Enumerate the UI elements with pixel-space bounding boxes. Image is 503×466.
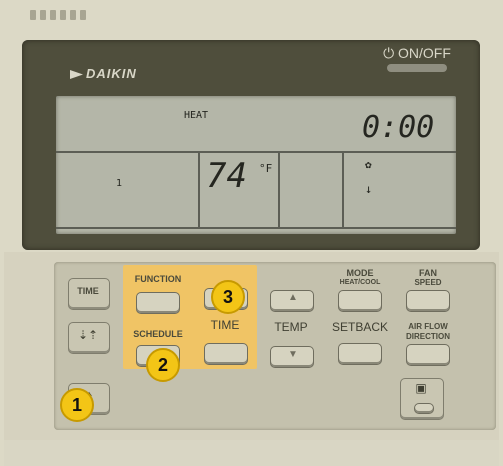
ventilation-icon: ⇣⇡ [78,328,99,342]
temp-up-button[interactable]: ▲ [270,290,314,312]
fan-icon: ✿ [365,158,372,171]
temp-label: TEMP [274,320,308,334]
power-icon: ⏻ [383,45,395,61]
callout-badge-1: 1 [60,388,94,422]
zone-indicator: 1 [116,178,123,189]
airflow-label: AIR FLOW [408,322,448,331]
time-down-button[interactable] [204,343,248,365]
filter-icon: ▣ [415,381,427,395]
airflow-icon: ↓ [365,182,373,196]
setback-button[interactable] [338,343,382,365]
clock-readout: 0:00 [362,110,435,145]
small-reset-key[interactable] [414,403,434,414]
time-left-label: TIME [77,286,99,296]
fan-label: FAN [419,268,437,278]
mode-button[interactable] [338,290,382,312]
brand-logo: DAIKIN [70,66,137,81]
function-label: FUNCTION [134,274,182,284]
fan-sub-label: SPEED [414,278,442,287]
on-off-label: ⏻ ON/OFF [383,45,451,61]
down-arrow-icon: ▼ [288,349,298,360]
on-off-button[interactable] [387,64,447,72]
brand-mark-icon [70,70,83,79]
up-arrow-icon: ▲ [288,292,298,303]
callout-badge-3: 3 [211,280,245,314]
lcd-display: HEAT 0:00 1 74 °F ✿ ↓ [56,96,456,234]
temperature-readout: 74 [206,156,247,196]
schedule-label: SCHEDULE [133,329,183,339]
temperature-unit: °F [259,162,273,175]
setback-label: SETBACK [331,320,388,334]
bottom-trim [4,440,499,466]
fan-speed-button[interactable] [406,290,450,312]
time-label: TIME [210,318,240,332]
airflow-sub-label: DIRECTION [406,332,450,341]
callout-badge-2: 2 [146,348,180,382]
mode-sub-label: HEAT/COOL [339,279,381,286]
temp-down-button[interactable]: ▼ [270,346,314,368]
mode-indicator: HEAT [184,110,209,121]
function-button[interactable] [136,292,180,314]
airflow-direction-button[interactable] [406,344,450,366]
mode-label: MODE [346,268,374,278]
on-off-control[interactable]: ⏻ ON/OFF [383,45,451,72]
